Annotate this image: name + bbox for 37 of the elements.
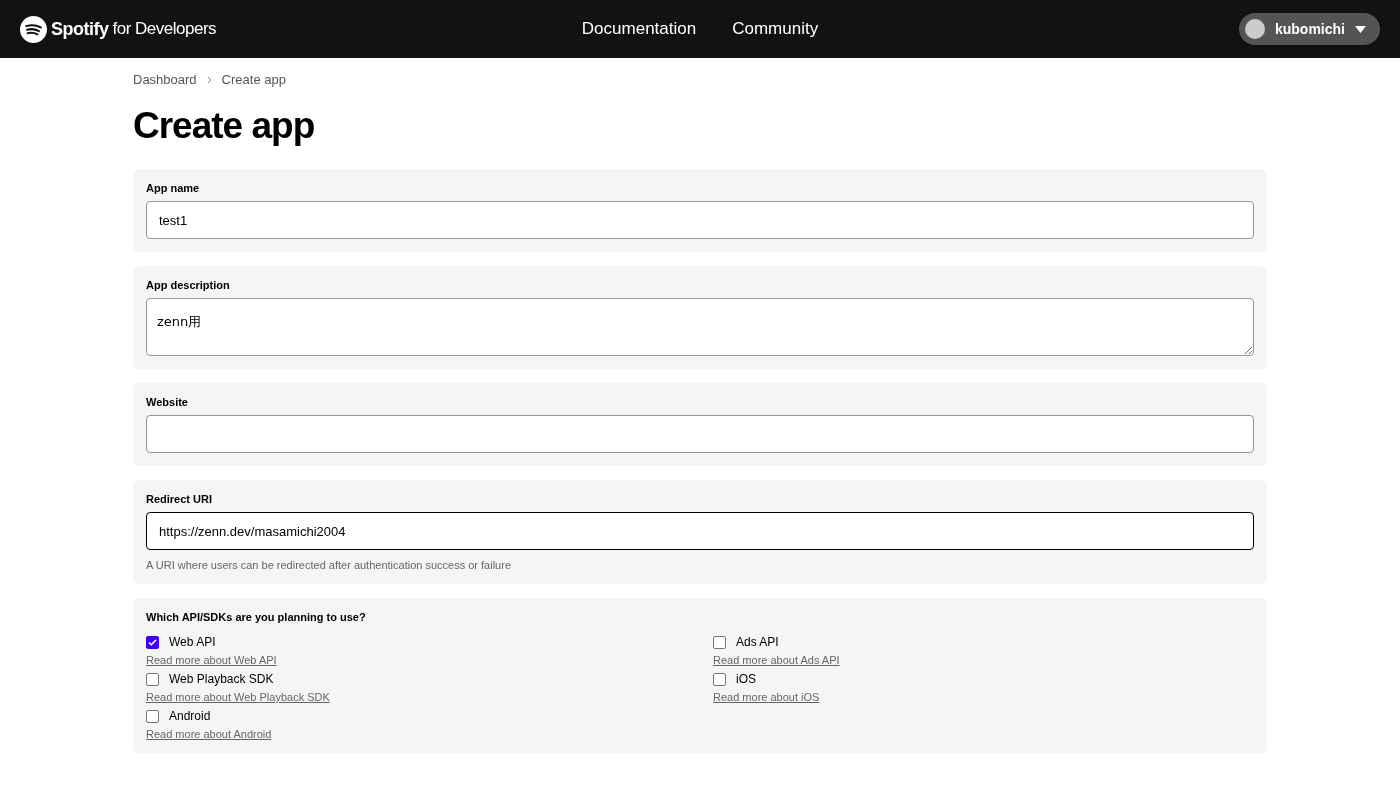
input-field[interactable] — [146, 415, 1254, 453]
checkbox[interactable] — [146, 709, 159, 723]
field-label: Which API/SDKs are you planning to use? — [146, 611, 367, 623]
checkbox-label: Web Playback SDK — [169, 672, 274, 686]
checkbox[interactable] — [713, 672, 726, 686]
field-label: Website — [146, 396, 189, 408]
checkbox[interactable] — [146, 635, 159, 649]
read-more-link[interactable]: Read more about Android — [146, 728, 272, 740]
nav-link[interactable]: Community — [732, 19, 819, 39]
nav-link[interactable]: Documentation — [581, 19, 697, 39]
user-menu-button[interactable]: kubomichi — [1239, 13, 1380, 45]
read-more-link[interactable]: Read more about Web API — [146, 654, 277, 666]
logo-icon — [20, 15, 47, 43]
checkbox[interactable] — [146, 672, 159, 686]
breadcrumb-link[interactable]: Create app — [221, 72, 286, 87]
textarea-field[interactable]: zenn用 — [146, 298, 1254, 356]
read-more-link[interactable]: Read more about Ads API — [713, 654, 840, 666]
field-label: App name — [146, 182, 201, 194]
checkbox-label: Android — [169, 709, 211, 723]
input-field[interactable]: https://zenn.dev/masamichi2004 — [146, 512, 1254, 550]
brand-suffix: for Developers — [112, 19, 217, 39]
avatar-icon — [1245, 19, 1265, 39]
field-label: Redirect URI — [146, 493, 214, 505]
read-more-link[interactable]: Read more about Web Playback SDK — [146, 691, 330, 703]
field-hint: A URI where users can be redirected after authentication success or failure — [146, 559, 513, 571]
read-more-link[interactable]: Read more about iOS — [713, 691, 820, 703]
checkbox-label: Ads API — [736, 635, 779, 649]
checkbox[interactable] — [713, 635, 726, 649]
field-label: App description — [146, 279, 231, 291]
input-field[interactable]: test1 — [146, 201, 1254, 239]
page-title: Create app — [133, 105, 316, 147]
caret-icon — [1355, 25, 1366, 33]
brand-name: Spotify — [51, 18, 109, 40]
breadcrumb-link[interactable]: Dashboard — [133, 72, 197, 87]
checkbox-label: Web API — [169, 635, 216, 649]
chevron-icon — [206, 75, 212, 84]
checkbox-label: iOS — [736, 672, 756, 686]
